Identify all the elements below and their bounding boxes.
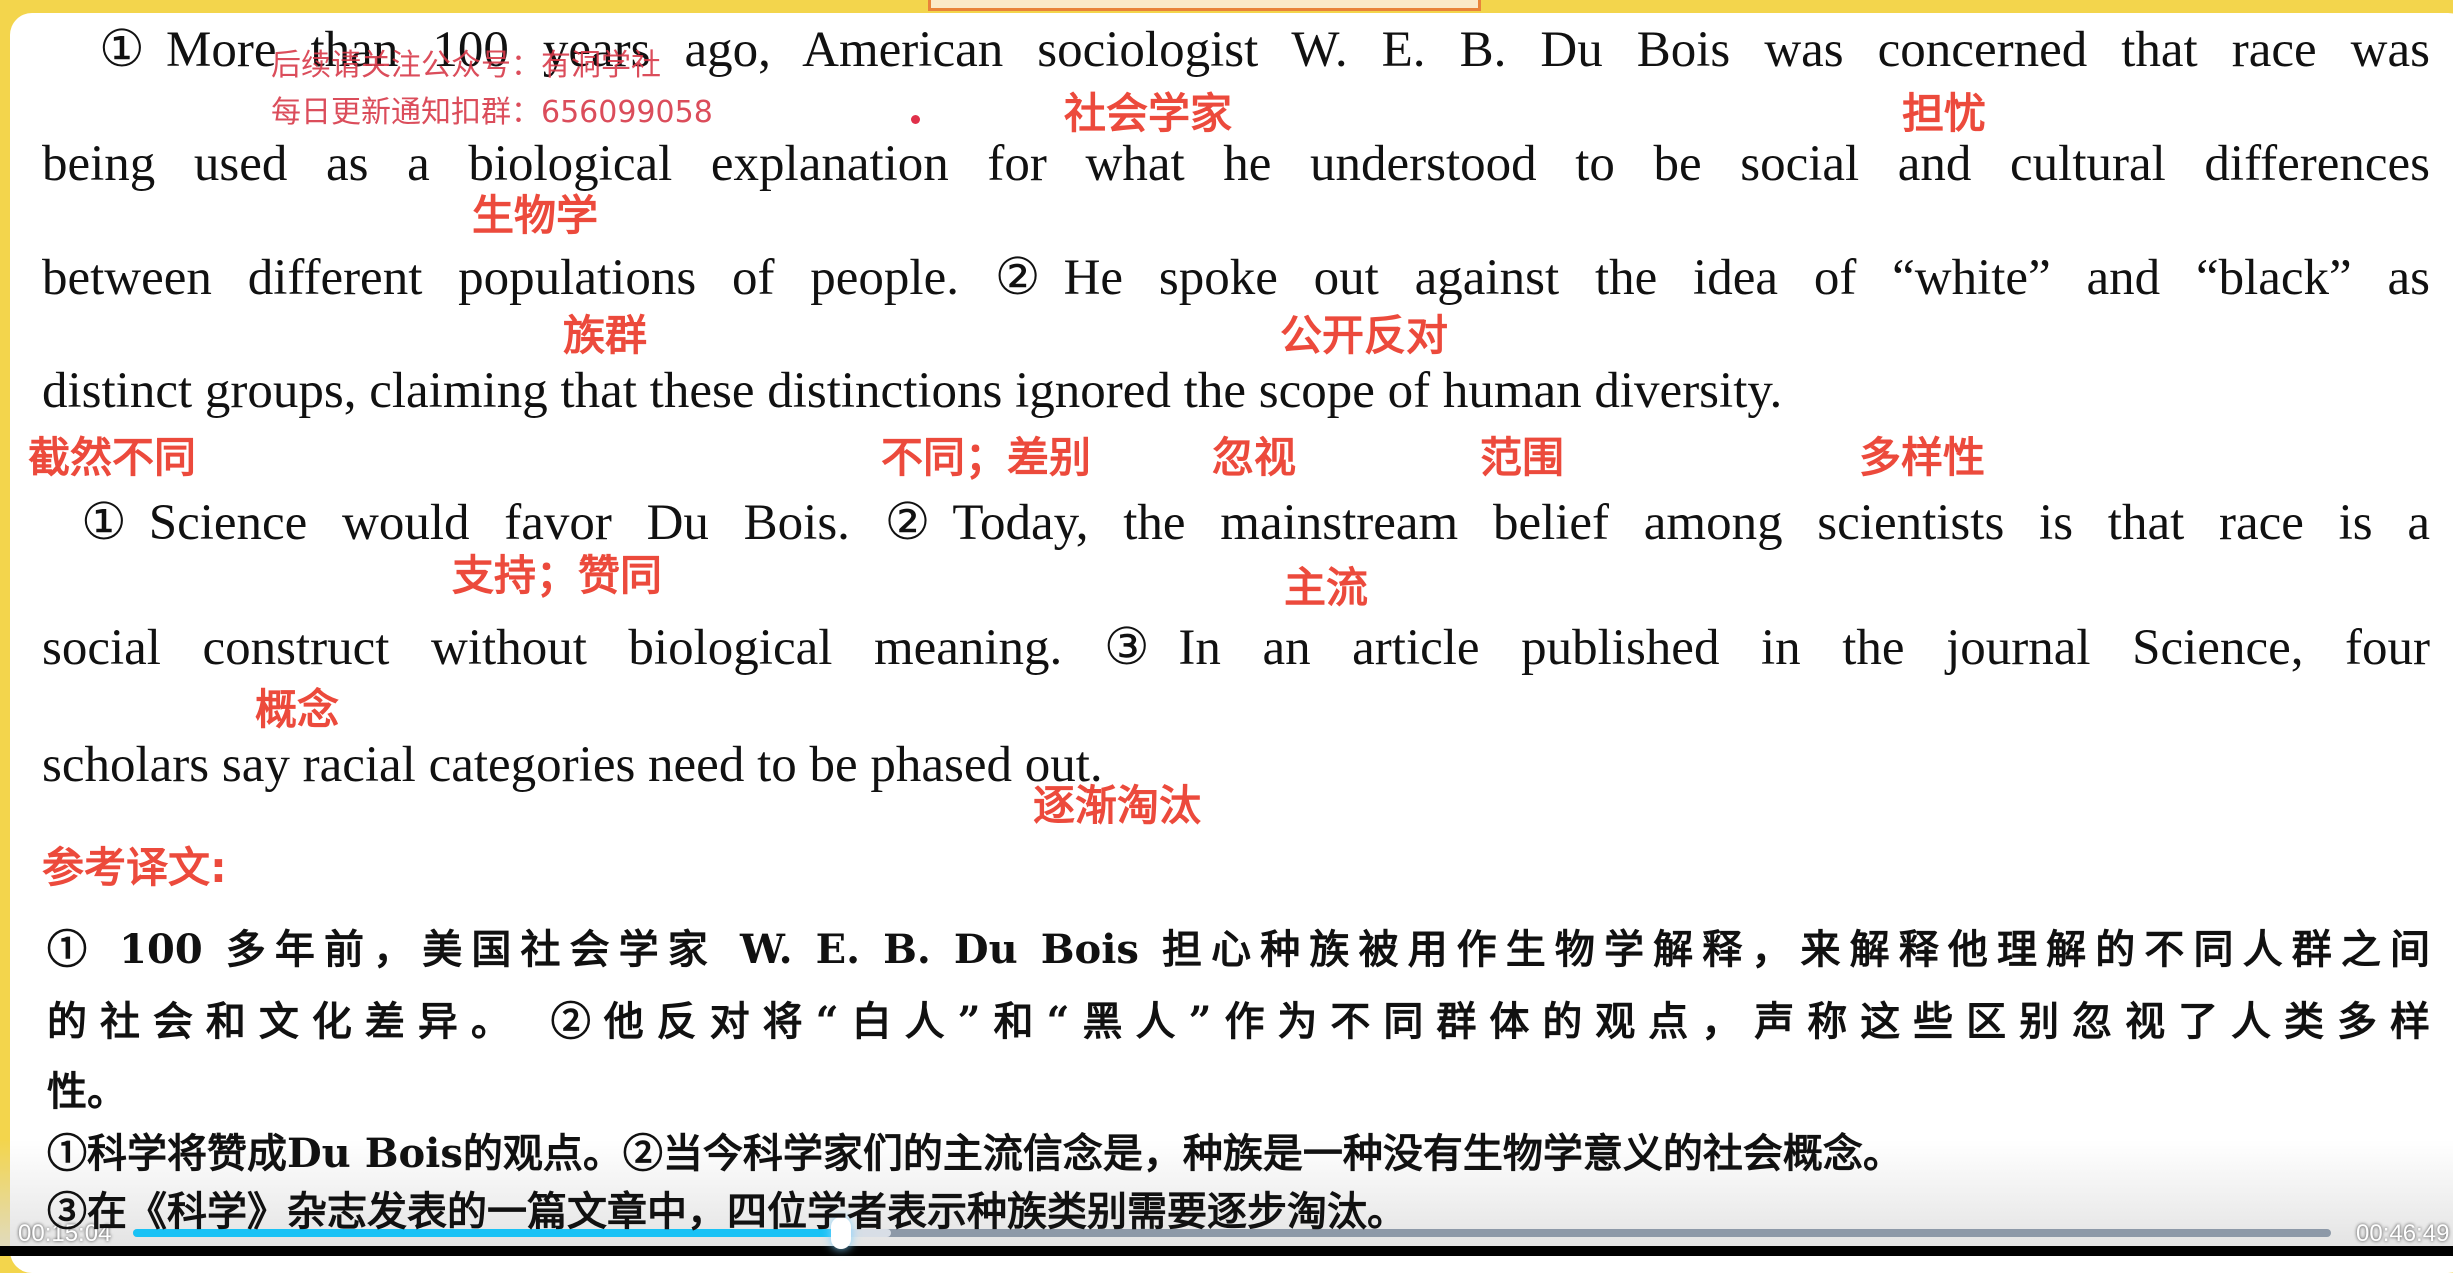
passage-line: ①Science would favor Du Bois. ②Today, th…: [81, 495, 2430, 551]
passage-line: social construct without biological mean…: [42, 620, 2430, 676]
passage-line: distinct groups, claiming that these dis…: [42, 363, 1783, 419]
passage-line: being used as a biological explanation f…: [42, 136, 2430, 192]
annotation: 多样性: [1859, 433, 1986, 482]
annotation: 族群: [563, 311, 648, 360]
cursor-dot: [911, 115, 920, 124]
translation-line: ③在《科学》杂志发表的一篇文章中，四位学者表示种族类别需要逐步淘汰。: [47, 1188, 1407, 1235]
translation-line: ①科学将赞成Du Bois的观点。②当今科学家们的主流信念是，种族是一种没有生物…: [47, 1130, 1903, 1177]
translation-line: ① 100 多年前，美国社会学家 W. E. B. Du Bois 担心种族被用…: [47, 926, 2430, 973]
player-bottom-bar: [0, 1246, 2453, 1256]
watermark-line: 后续请关注公众号：有洞学社: [271, 48, 661, 83]
annotation: 概念: [255, 685, 340, 734]
annotation: 社会学家: [1064, 89, 1233, 138]
annotation: 支持；赞同: [452, 551, 663, 600]
annotation: 范围: [1480, 433, 1565, 482]
annotation: 不同；差别: [881, 433, 1092, 482]
annotation: 逐渐淘汰: [1033, 781, 1202, 830]
passage-line: scholars say racial categories need to b…: [42, 737, 1103, 793]
annotation: 主流: [1284, 563, 1369, 612]
annotation: 截然不同: [28, 433, 197, 482]
watermark-line: 每日更新通知扣群：656099058: [271, 95, 713, 130]
annotation: 公开反对: [1280, 311, 1449, 360]
annotation: 生物学: [472, 191, 599, 240]
translation-line: 的社会和文化差异。 ②他反对将“白人”和“黑人”作为不同群体的观点，声称这些区别…: [47, 998, 2430, 1045]
annotation: 忽视: [1212, 433, 1297, 482]
top-tab-decoration: [928, 0, 1481, 11]
translation-heading: 参考译文:: [42, 843, 227, 892]
annotation: 担忧: [1902, 89, 1987, 138]
duration: 00:46:49: [2356, 1220, 2450, 1247]
translation-line: 性。: [47, 1068, 127, 1115]
passage-line: between different populations of people.…: [42, 250, 2430, 306]
